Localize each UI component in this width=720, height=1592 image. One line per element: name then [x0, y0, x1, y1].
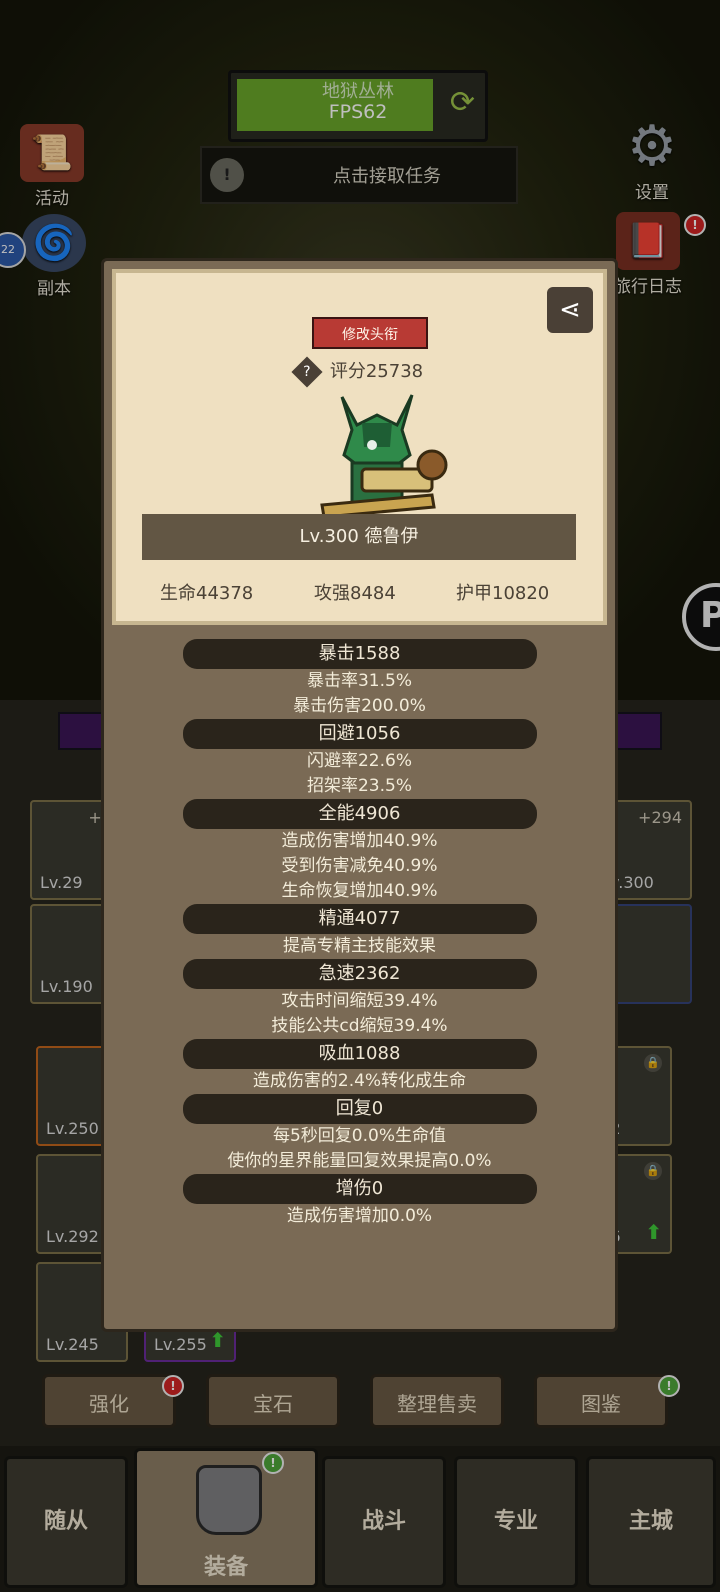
secondary-stats-list: 暴击1588 暴击率31.5% 暴击伤害200.0% 回避1056 闪避率22.… — [104, 639, 615, 1229]
help-icon[interactable]: ? — [291, 356, 323, 388]
stat-header: 全能4906 — [182, 799, 537, 829]
score-value: 评分25738 — [329, 361, 424, 382]
character-stats-modal: 修改头衔 ⋖ ? 评分25738 Lv.300 德鲁伊 生命44378 攻强848… — [101, 258, 618, 1332]
stat-header: 增伤0 — [182, 1174, 537, 1204]
score-row: ? 评分25738 — [116, 356, 603, 388]
stat-header: 精通4077 — [182, 904, 537, 934]
druid-character-sprite — [320, 394, 448, 519]
hp-stat: 生命44378 — [160, 583, 254, 604]
stat-header: 吸血1088 — [182, 1039, 537, 1069]
edit-title-button[interactable]: 修改头衔 — [312, 317, 428, 349]
attack-stat: 攻强8484 — [314, 583, 396, 604]
share-icon[interactable]: ⋖ — [547, 287, 593, 333]
character-card: 修改头衔 ⋖ ? 评分25738 Lv.300 德鲁伊 生命44378 攻强848… — [112, 269, 607, 625]
armor-stat: 护甲10820 — [456, 583, 550, 604]
stat-header: 回复0 — [182, 1094, 537, 1124]
stat-header: 急速2362 — [182, 959, 537, 989]
stat-header: 暴击1588 — [182, 639, 537, 669]
character-name-banner: Lv.300 德鲁伊 — [142, 514, 576, 560]
stat-header: 回避1056 — [182, 719, 537, 749]
